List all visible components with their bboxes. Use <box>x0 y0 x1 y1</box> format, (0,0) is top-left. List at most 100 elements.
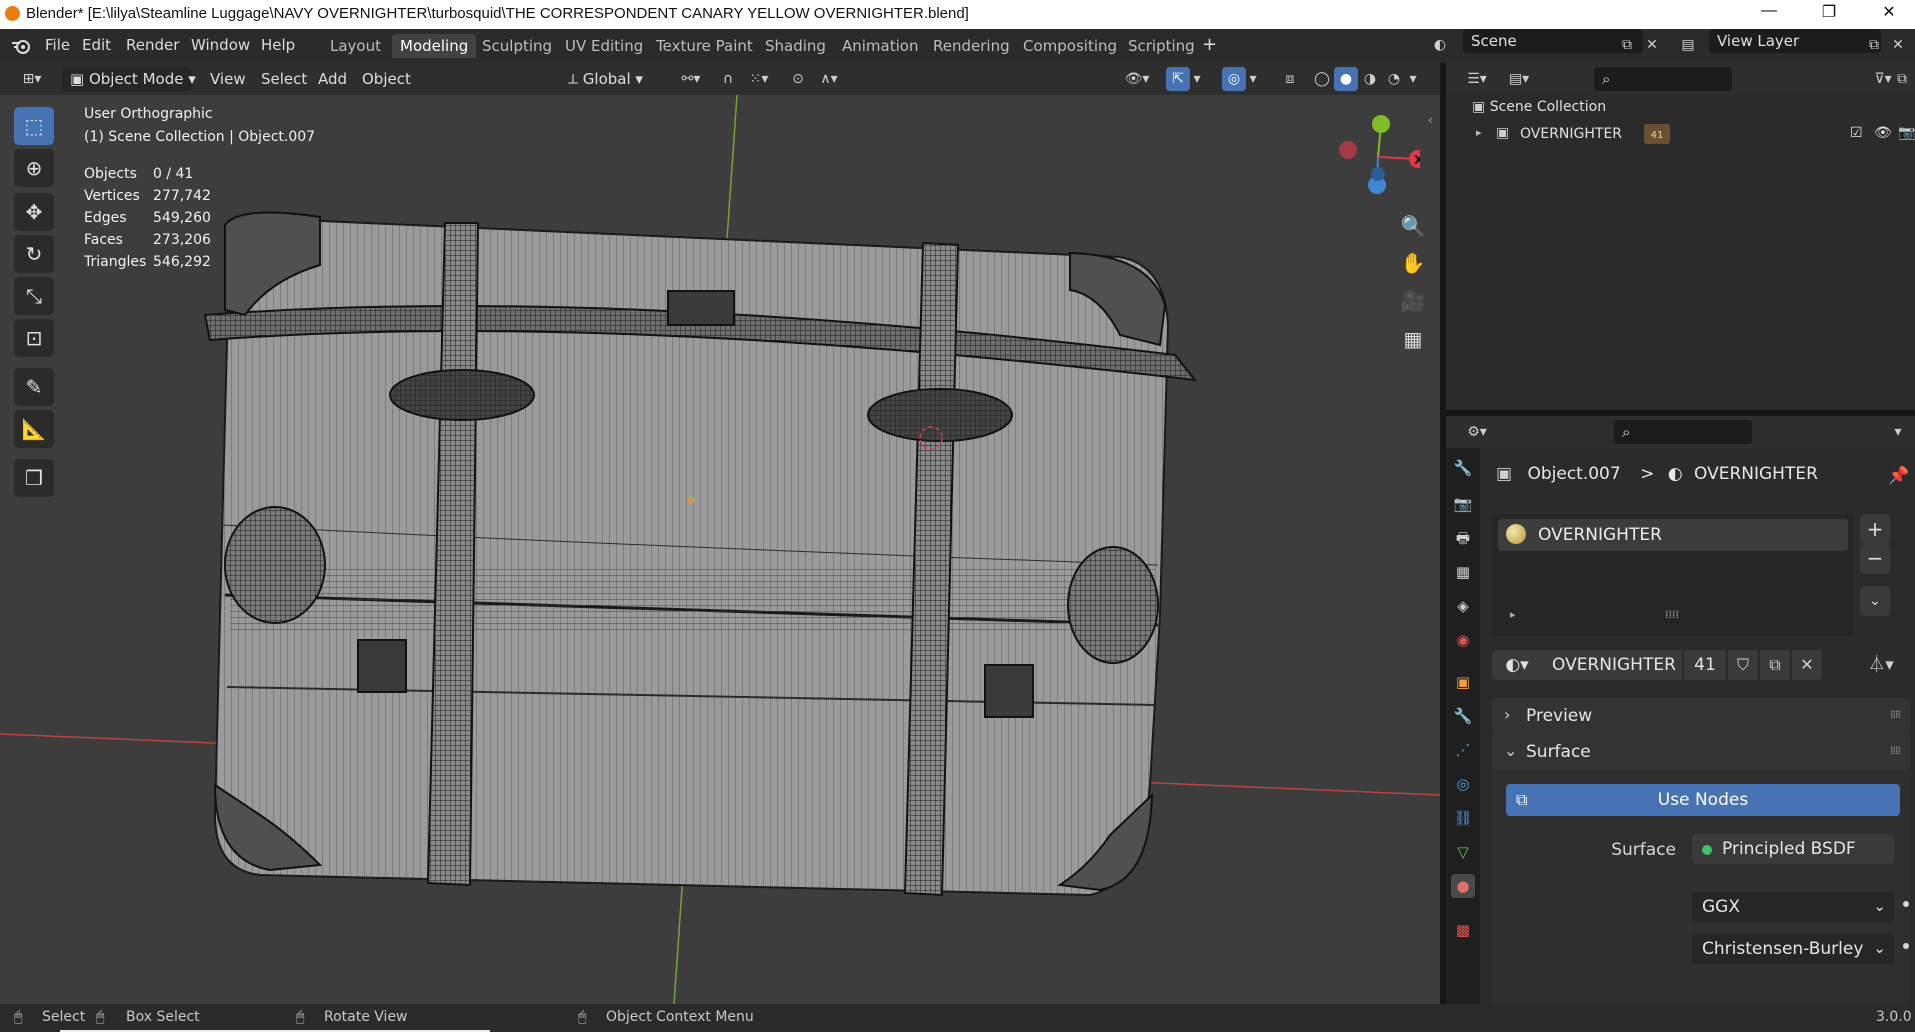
menu-help[interactable]: Help <box>261 36 295 54</box>
tab-modeling[interactable]: Modeling <box>392 34 477 58</box>
expand-arrow-icon[interactable]: ▸ <box>1510 608 1516 621</box>
select-box-tool-icon[interactable]: ⬚ <box>14 107 54 145</box>
eye-icon[interactable]: 👁 <box>1874 125 1892 141</box>
tab-texture-paint[interactable]: Texture Paint <box>648 34 761 58</box>
rendered-shading-icon[interactable]: ◔ <box>1382 67 1406 91</box>
physics-tab-icon[interactable]: ◎ <box>1451 772 1475 796</box>
preview-panel-header[interactable]: › Preview ⁞⁞⁞⁞ <box>1492 698 1910 734</box>
add-cube-tool-icon[interactable]: ❒ <box>14 459 54 497</box>
new-view-layer-icon[interactable]: ⧉ <box>1862 33 1886 57</box>
object-tab-icon[interactable]: ▣ <box>1451 670 1475 694</box>
menu-view[interactable]: View <box>210 67 246 91</box>
render-tab-icon[interactable]: 📷 <box>1451 492 1475 516</box>
slot-specials-icon[interactable]: ⌄ <box>1860 586 1890 616</box>
tool-tab-icon[interactable]: 🔧 <box>1451 456 1475 480</box>
menu-add[interactable]: Add <box>318 67 347 91</box>
pan-hand-icon[interactable]: ✋ <box>1397 247 1429 279</box>
tab-uv-editing[interactable]: UV Editing <box>557 34 651 58</box>
minimize-button[interactable]: — <box>1746 2 1792 26</box>
delete-view-layer-icon[interactable]: ✕ <box>1886 33 1910 57</box>
restore-button[interactable]: ❐ <box>1806 2 1852 26</box>
remove-slot-button[interactable]: − <box>1860 544 1890 574</box>
keyframe-dot-icon[interactable] <box>1903 943 1909 949</box>
tab-shading[interactable]: Shading <box>757 34 834 58</box>
material-slot-row[interactable]: OVERNIGHTER <box>1498 519 1848 551</box>
tab-compositing[interactable]: Compositing <box>1015 34 1125 58</box>
properties-search-input[interactable]: ⌕ <box>1614 420 1752 444</box>
link-type-icon[interactable]: ⏃▾ <box>1856 650 1906 680</box>
duplicate-material-icon[interactable]: ⧉ <box>1760 650 1790 680</box>
gizmo-toggle-icon[interactable]: ⇱ <box>1166 67 1190 91</box>
texture-tab-icon[interactable]: ▩ <box>1451 918 1475 942</box>
view-layer-field[interactable]: View Layer <box>1709 29 1881 53</box>
add-workspace-button[interactable]: + <box>1202 34 1217 55</box>
material-preview-icon[interactable]: ◑ <box>1358 67 1382 91</box>
transform-orientation-dropdown[interactable]: ⟂ Global ▾ <box>568 67 666 91</box>
tab-scripting[interactable]: Scripting <box>1120 34 1203 58</box>
menu-edit[interactable]: Edit <box>82 36 111 54</box>
zoom-icon[interactable]: 🔍 <box>1397 210 1429 242</box>
navigation-gizmo[interactable]: X <box>1320 112 1420 202</box>
tab-animation[interactable]: Animation <box>834 34 926 58</box>
outliner-editor-type-icon[interactable]: ☰▾ <box>1460 67 1494 91</box>
properties-editor-type-icon[interactable]: ⚙▾ <box>1460 420 1494 444</box>
constraints-tab-icon[interactable]: ⛓ <box>1451 806 1475 830</box>
data-tab-icon[interactable]: ▽ <box>1451 840 1475 864</box>
render-camera-icon[interactable]: 📷 <box>1898 125 1915 141</box>
camera-view-icon[interactable]: 🎥 <box>1397 285 1429 317</box>
falloff-icon[interactable]: ∧▾ <box>812 67 846 91</box>
chevron-down-icon[interactable]: ▾ <box>1190 67 1204 91</box>
material-users-count[interactable]: 41 <box>1684 650 1726 680</box>
snap-toggle-icon[interactable]: ∩ <box>716 67 740 91</box>
measure-tool-icon[interactable]: 📐 <box>14 410 54 448</box>
move-tool-icon[interactable]: ✥ <box>14 193 54 231</box>
new-collection-icon[interactable]: ⧉ <box>1890 67 1914 91</box>
cursor-tool-icon[interactable]: ⊕ <box>14 149 54 187</box>
browse-material-icon[interactable]: ◐▾ <box>1492 650 1542 680</box>
expand-arrow-icon[interactable]: ▸ <box>1476 126 1482 139</box>
world-tab-icon[interactable]: ◉ <box>1451 628 1475 652</box>
menu-file[interactable]: File <box>45 36 70 54</box>
new-scene-icon[interactable]: ⧉ <box>1615 33 1639 57</box>
annotate-tool-icon[interactable]: ✎ <box>14 368 54 406</box>
fake-user-shield-icon[interactable]: ⛉ <box>1728 650 1758 680</box>
wireframe-shading-icon[interactable]: ◯ <box>1310 67 1334 91</box>
perspective-grid-icon[interactable]: ▦ <box>1397 323 1429 355</box>
overlays-toggle-icon[interactable]: ◎ <box>1222 67 1246 91</box>
xray-toggle-icon[interactable]: ⧈ <box>1278 67 1302 91</box>
scene-selector-icon[interactable]: ◐ <box>1428 33 1452 57</box>
menu-object[interactable]: Object <box>362 67 411 91</box>
scale-tool-icon[interactable]: ⤡ <box>14 277 54 315</box>
outliner-row-overnighter[interactable]: ▸ ▣ OVERNIGHTER 41 ☑ 👁 📷 <box>1446 123 1915 147</box>
blender-menu-icon[interactable] <box>10 37 32 55</box>
display-mode-icon[interactable]: ▤▾ <box>1502 67 1536 91</box>
tab-layout[interactable]: Layout <box>322 34 389 58</box>
outliner-search-input[interactable]: ⌕ <box>1594 67 1732 91</box>
menu-render[interactable]: Render <box>126 36 179 54</box>
distribution-dropdown[interactable]: GGX ⌄ <box>1692 892 1894 922</box>
menu-select[interactable]: Select <box>261 67 307 91</box>
drag-grip-icon[interactable]: ⁞⁞⁞⁞ <box>1890 744 1901 757</box>
snap-target-icon[interactable]: ⁙▾ <box>742 67 776 91</box>
chevron-down-icon[interactable]: ▾ <box>1246 67 1260 91</box>
object-mode-dropdown[interactable]: ▣ Object Mode ▾ <box>62 67 196 91</box>
subsurface-method-dropdown[interactable]: Christensen-Burley ⌄ <box>1692 934 1894 964</box>
chevron-down-icon[interactable]: ▾ <box>1406 67 1420 91</box>
use-nodes-button[interactable]: ⧉ Use Nodes <box>1506 784 1900 816</box>
surface-panel-header[interactable]: ⌄ Surface ⁞⁞⁞⁞ <box>1492 734 1910 770</box>
add-slot-button[interactable]: + <box>1860 514 1890 544</box>
proportional-edit-icon[interactable]: ⊙ <box>786 67 810 91</box>
rotate-tool-icon[interactable]: ↻ <box>14 235 54 273</box>
sidebar-toggle-icon[interactable]: ‹ <box>1428 113 1433 127</box>
outliner-root-row[interactable]: ▣ Scene Collection <box>1472 99 1606 115</box>
delete-scene-icon[interactable]: ✕ <box>1640 33 1664 57</box>
material-tab-icon[interactable]: ● <box>1451 874 1475 898</box>
chevron-down-icon[interactable]: ▾ <box>1886 420 1910 444</box>
editor-type-icon[interactable]: ⊞▾ <box>14 67 50 91</box>
drag-grip-icon[interactable]: ⁞⁞⁞⁞ <box>1890 708 1901 721</box>
pin-icon[interactable]: 📌 <box>1888 466 1909 486</box>
resize-grip-icon[interactable]: ⁞⁞⁞⁞ <box>1665 608 1679 621</box>
view-layer-tab-icon[interactable]: ▦ <box>1451 560 1475 584</box>
scene-tab-icon[interactable]: ◈ <box>1451 594 1475 618</box>
tab-sculpting[interactable]: Sculpting <box>474 34 560 58</box>
